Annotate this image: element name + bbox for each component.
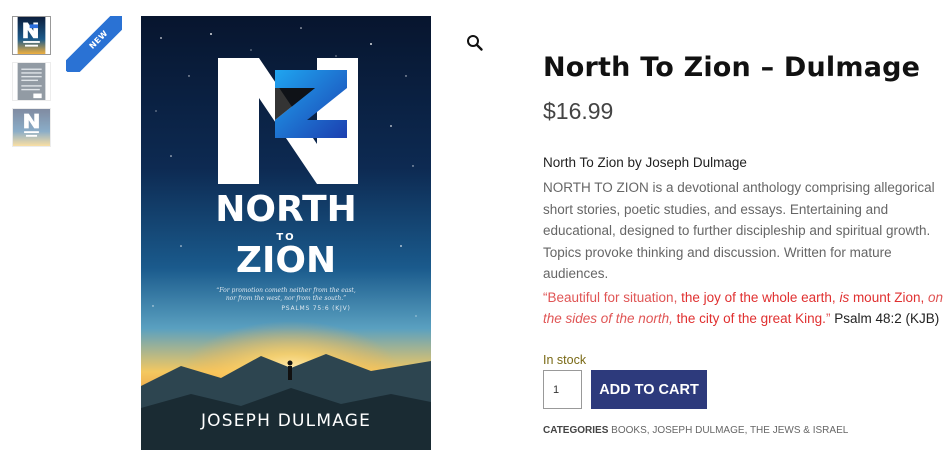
magnifier-icon[interactable] — [466, 34, 484, 52]
quote-part4: mount Zion, — [849, 289, 925, 305]
category-link-joseph-dulmage[interactable]: JOSEPH DULMAGE — [652, 425, 744, 436]
book-cover-image: NORTH TO ZION “For promotion cometh neit… — [141, 16, 431, 450]
thumbnail-cover-alt[interactable] — [12, 108, 51, 147]
thumbnail-gallery — [12, 16, 52, 154]
thumbnail-back-cover[interactable] — [12, 62, 51, 101]
scripture-quote: “Beautiful for situation, the joy of the… — [543, 287, 943, 330]
quote-part2: the joy of the whole earth, — [677, 289, 836, 305]
quantity-input[interactable] — [543, 370, 582, 409]
product-price: $16.99 — [543, 98, 614, 124]
stock-status: In stock — [543, 353, 587, 367]
quote-part3: is — [835, 289, 850, 305]
category-link-the-jews-israel[interactable]: THE JEWS & ISRAEL — [750, 425, 848, 436]
product-categories: CATEGORIES BOOKS, JOSEPH DULMAGE, THE JE… — [543, 425, 849, 436]
add-to-cart-form: ADD TO CART — [543, 370, 707, 409]
product-main-image[interactable]: NORTH TO ZION “For promotion cometh neit… — [141, 16, 431, 450]
product-description: NORTH TO ZION is a devotional anthology … — [543, 180, 935, 281]
cover-verse-ref: PSALMS 75:6 (KJV) — [281, 305, 350, 312]
category-link-books[interactable]: BOOKS — [611, 425, 647, 436]
new-badge: NEW — [66, 16, 122, 72]
cover-verse-line2: nor from the west, nor from the south.” — [226, 295, 346, 302]
categories-label: CATEGORIES — [543, 425, 609, 436]
product-summary: North To Zion – Dulmage $16.99 North To … — [543, 50, 943, 436]
quote-part1: “Beautiful for situation, — [543, 289, 678, 305]
add-to-cart-button[interactable]: ADD TO CART — [591, 370, 707, 409]
cover-author: JOSEPH DULMAGE — [200, 411, 371, 431]
quote-reference: Psalm 48:2 (KJB) — [830, 311, 940, 326]
new-badge-label: NEW — [66, 16, 122, 72]
back-cover-thumb-image — [17, 63, 46, 100]
cover-alt-thumb-image — [13, 109, 50, 146]
front-cover-thumb-image — [17, 17, 46, 54]
cover-title-line3: ZION — [236, 240, 336, 281]
product-title: North To Zion – Dulmage — [543, 52, 921, 83]
thumbnail-front-cover[interactable] — [12, 16, 51, 55]
cover-title-line1: NORTH — [215, 189, 357, 230]
cover-verse-line1: “For promotion cometh neither from the e… — [216, 287, 356, 294]
quote-part6: the city of the great King. — [672, 311, 826, 326]
product-byline: North To Zion by Joseph Dulmage — [543, 155, 747, 170]
